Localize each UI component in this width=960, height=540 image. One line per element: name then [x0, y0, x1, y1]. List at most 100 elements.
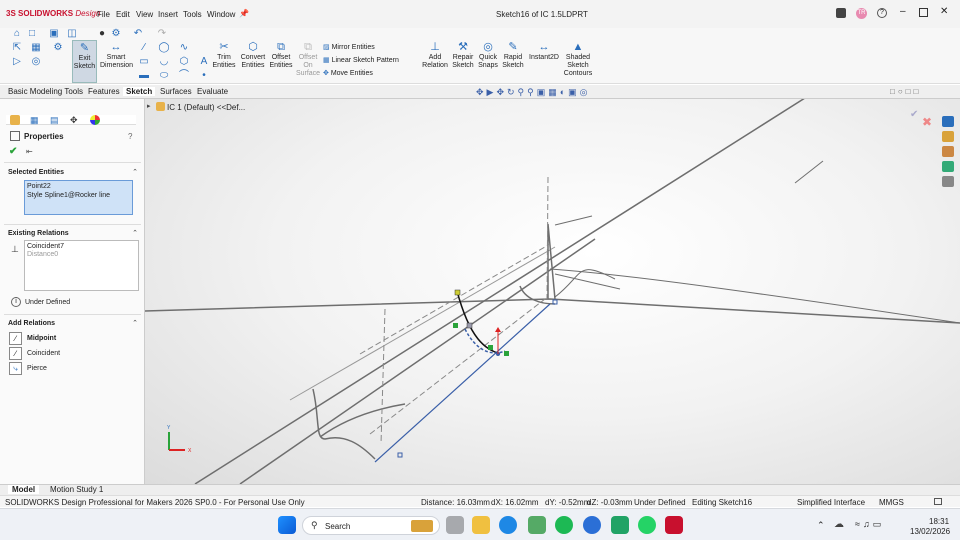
tab-surfaces[interactable]: Surfaces — [160, 87, 192, 96]
file-explorer-icon[interactable] — [472, 516, 490, 534]
solidworks-taskbar-icon[interactable] — [665, 516, 683, 534]
interface-mode[interactable]: Simplified Interface — [797, 498, 865, 507]
print-icon[interactable]: ◫ — [66, 28, 78, 39]
add-relation-button[interactable]: ⊥ Add Relation — [420, 42, 450, 70]
list-item[interactable]: Style Spline1@Rocker line — [27, 192, 130, 199]
app-logo[interactable]: 3S SOLIDWORKS Design — [6, 9, 100, 18]
point-icon[interactable]: • — [198, 70, 210, 81]
unit-system[interactable]: MMGS — [879, 498, 904, 507]
command-search-icon[interactable] — [836, 8, 846, 18]
redo-icon[interactable]: ↷ — [156, 28, 168, 39]
text-icon[interactable]: A — [198, 56, 210, 67]
spotify-icon[interactable] — [555, 516, 573, 534]
maximize-icon[interactable] — [919, 8, 928, 17]
help-icon[interactable]: ? — [877, 8, 887, 18]
slot-icon[interactable]: ▬ — [138, 70, 150, 81]
feature-tree-tab-icon[interactable] — [10, 115, 20, 125]
sketch-line[interactable] — [194, 99, 835, 484]
line-icon[interactable]: ∕ — [138, 42, 150, 53]
ellipse-icon[interactable]: ⬭ — [158, 70, 170, 81]
tab-features[interactable]: Features — [88, 87, 120, 96]
sketch-line[interactable] — [554, 215, 593, 226]
offset-entities-button[interactable]: ⧉ Offset Entities — [267, 42, 295, 70]
sketch-geometry[interactable]: Y X — [145, 99, 960, 484]
panel-help-icon[interactable]: ? — [128, 132, 132, 141]
circle-icon[interactable]: ◯ — [158, 42, 170, 53]
start-icon[interactable] — [278, 516, 296, 534]
midpoint-icon[interactable]: ∕ — [9, 332, 22, 345]
layers-icon[interactable]: ▦ — [30, 42, 42, 53]
spline-handle[interactable] — [466, 322, 473, 329]
confirmation-cancel-icon[interactable]: ✖ — [922, 115, 932, 129]
appearances-icon[interactable] — [942, 146, 954, 157]
coincident-icon[interactable]: ∕ — [9, 347, 22, 360]
collapse-chevron-icon[interactable]: ⌃ — [132, 168, 138, 176]
fillet-icon[interactable]: ⌒ — [178, 70, 190, 81]
offset-on-surface-button[interactable]: ⧉ Offset On Surface — [295, 42, 321, 78]
dimxpert-tab-icon[interactable]: ✥ — [70, 115, 78, 126]
ok-checkmark-icon[interactable]: ✔ — [9, 146, 17, 157]
tab-motion-study[interactable]: Motion Study 1 — [50, 485, 103, 494]
trim-entities-button[interactable]: ✂ Trim Entities — [210, 42, 238, 70]
custom-properties-icon[interactable] — [942, 161, 954, 172]
store-icon[interactable] — [528, 516, 546, 534]
selected-entities-list[interactable]: Point22 Style Spline1@Rocker line — [24, 180, 133, 215]
menu-edit[interactable]: Edit — [116, 10, 130, 19]
close-icon[interactable]: ✕ — [940, 6, 948, 17]
heads-up-view-toolbar[interactable]: ✥▶✥↻⚲⚲▣▦◐▣◎ — [476, 87, 591, 98]
move-entities-button[interactable]: ✥ Move Entities — [323, 69, 373, 77]
rapid-sketch-button[interactable]: ✎ Rapid Sketch — [502, 42, 524, 70]
sketch-line[interactable] — [289, 246, 556, 401]
search-box[interactable]: ⚲ Search — [302, 516, 440, 535]
undo-icon[interactable]: ↶ — [132, 28, 144, 39]
graphics-area[interactable]: ▸ IC 1 (Default) <<Def... Y X ✔ ✖ — [145, 99, 960, 484]
sketch-line[interactable] — [794, 160, 824, 184]
edge-icon[interactable] — [499, 516, 517, 534]
pushpin-icon[interactable]: ⇤ — [26, 147, 33, 156]
rebuild-icon[interactable]: ● — [96, 28, 108, 39]
minimize-icon[interactable]: – — [900, 6, 906, 17]
linear-pattern-button[interactable]: ▦ Linear Sketch Pattern — [323, 56, 399, 64]
list-item[interactable]: Coincident7 — [27, 243, 136, 250]
menu-window[interactable]: Window — [207, 10, 235, 19]
clock-date[interactable]: 13/02/2026 — [910, 527, 950, 536]
display-icon[interactable]: ◎ — [30, 56, 42, 67]
spline-handle[interactable] — [488, 345, 493, 350]
polygon-icon[interactable]: ⬡ — [178, 56, 190, 67]
instant2d-button[interactable]: ↔ Instant2D — [527, 42, 561, 62]
clock-time[interactable]: 18:31 — [929, 517, 949, 526]
tab-sketch[interactable]: Sketch — [123, 87, 156, 96]
sketch-point[interactable] — [454, 289, 461, 296]
pierce-icon[interactable]: ⤷ — [9, 362, 22, 375]
existing-relations-list[interactable]: Coincident7 Distance0 — [24, 240, 139, 291]
design-library-icon[interactable] — [942, 131, 954, 142]
spline-handle[interactable] — [504, 351, 509, 356]
exit-sketch-button[interactable]: ✎ Exit Sketch — [72, 40, 97, 83]
quick-snaps-button[interactable]: ◎ Quick Snaps — [477, 42, 499, 70]
options-icon[interactable]: ⚙ — [110, 28, 122, 39]
filter-icon[interactable]: ▷ — [11, 56, 23, 67]
excel-icon[interactable] — [611, 516, 629, 534]
home-icon[interactable]: ⌂ — [11, 28, 23, 39]
configuration-tab-icon[interactable]: ▤ — [50, 115, 59, 126]
smart-dimension-button[interactable]: ↔ Smart Dimension — [100, 42, 133, 70]
task-view-icon[interactable] — [446, 516, 464, 534]
mirror-entities-button[interactable]: ▨ Mirror Entities — [323, 43, 375, 51]
tab-evaluate[interactable]: Evaluate — [197, 87, 228, 96]
tray-chevron-icon[interactable]: ⌃ — [817, 520, 825, 531]
centerline[interactable] — [359, 243, 551, 355]
file-explorer-icon[interactable] — [942, 176, 954, 187]
home-task-pane-icon[interactable] — [942, 116, 954, 127]
display-manager-tab-icon[interactable] — [90, 115, 100, 125]
whatsapp-icon[interactable] — [638, 516, 656, 534]
sketch-line[interactable] — [239, 238, 596, 484]
sketch-arc[interactable] — [519, 285, 556, 305]
viewport-window-controls[interactable]: □○□□ — [890, 87, 921, 96]
menu-insert[interactable]: Insert — [158, 10, 178, 19]
spline-handle[interactable] — [453, 323, 458, 328]
onedrive-icon[interactable]: ☁ — [834, 519, 844, 530]
list-item[interactable]: Point22 — [27, 183, 130, 190]
convert-entities-button[interactable]: ⬡ Convert Entities — [238, 42, 268, 70]
centerline[interactable] — [380, 308, 386, 445]
repair-sketch-button[interactable]: ⚒ Repair Sketch — [450, 42, 476, 70]
